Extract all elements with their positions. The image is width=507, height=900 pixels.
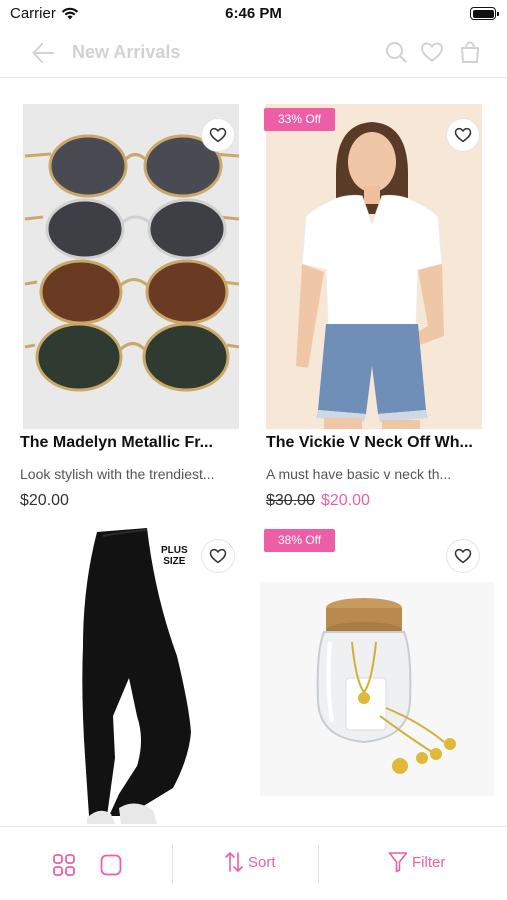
filter-button[interactable]: Filter xyxy=(388,851,445,873)
bottom-toolbar: Sort Filter xyxy=(0,826,507,900)
product-title[interactable]: The Madelyn Metallic Fr... xyxy=(20,434,246,452)
favorite-button[interactable] xyxy=(446,539,480,573)
product-title[interactable]: The Vickie V Neck Off Wh... xyxy=(266,434,492,452)
product-card[interactable]: PLUS SIZE xyxy=(20,526,250,826)
product-image[interactable] xyxy=(266,104,482,429)
grid-view-icon[interactable] xyxy=(53,854,75,876)
back-arrow-icon[interactable] xyxy=(30,40,56,66)
divider xyxy=(172,845,173,883)
heart-icon xyxy=(209,127,227,143)
product-price: $20.00 xyxy=(20,492,69,509)
sunglasses-image xyxy=(24,134,239,392)
woman-top-image xyxy=(296,122,444,429)
discount-badge: 33% Off xyxy=(264,108,336,131)
status-time: 6:46 PM xyxy=(225,5,282,22)
product-price: $30.00 $20.00 xyxy=(266,492,370,510)
sort-icon xyxy=(225,852,243,872)
nav-bar: New Arrivals xyxy=(0,28,507,78)
divider xyxy=(318,845,319,883)
discount-badge: 38% Off xyxy=(264,529,336,552)
original-price: $30.00 xyxy=(266,492,315,509)
product-image[interactable] xyxy=(23,104,239,429)
search-icon[interactable] xyxy=(384,40,408,64)
product-card[interactable]: 33% Off The Vickie V Neck Off Wh... A mu… xyxy=(264,104,496,514)
sort-label: Sort xyxy=(248,853,276,871)
status-bar: Carrier 6:46 PM xyxy=(0,0,507,28)
product-card[interactable]: The Madelyn Metallic Fr... Look stylish … xyxy=(20,104,250,514)
heart-icon xyxy=(454,548,472,564)
page-title: New Arrivals xyxy=(72,42,181,62)
product-description: Look stylish with the trendiest... xyxy=(20,466,215,482)
product-image[interactable] xyxy=(23,526,239,826)
sort-button[interactable]: Sort xyxy=(224,851,276,873)
heart-icon xyxy=(454,127,472,143)
shopping-bag-icon[interactable] xyxy=(458,40,482,64)
single-view-icon[interactable] xyxy=(100,854,122,876)
favorite-button[interactable] xyxy=(201,118,235,152)
heart-icon xyxy=(209,548,227,564)
jar-necklace-image xyxy=(316,598,456,774)
product-image[interactable] xyxy=(260,582,494,796)
sale-price: $20.00 xyxy=(320,492,370,509)
leggings-image xyxy=(82,528,191,824)
battery-icon xyxy=(470,7,499,20)
filter-icon xyxy=(388,852,408,873)
product-card[interactable]: 38% Off xyxy=(260,526,494,826)
filter-label: Filter xyxy=(412,853,446,871)
plus-size-tag: PLUS SIZE xyxy=(161,545,188,567)
favorite-button[interactable] xyxy=(201,539,235,573)
favorite-button[interactable] xyxy=(446,118,480,152)
heart-icon[interactable] xyxy=(420,40,444,64)
product-description: A must have basic v neck th... xyxy=(266,466,452,482)
